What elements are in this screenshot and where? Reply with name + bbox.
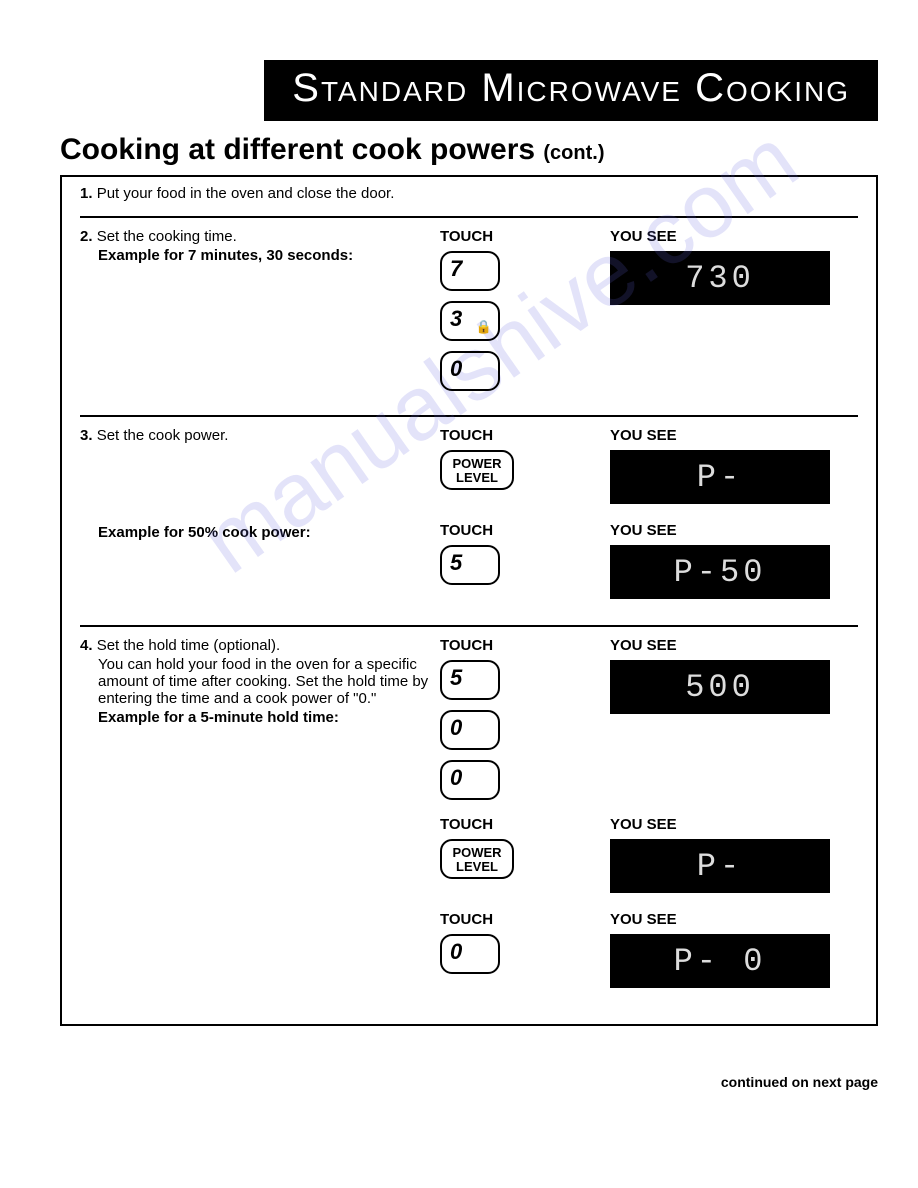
page-footer: continued on next page [0, 1066, 918, 1114]
manual-page: manualshive.com Standard Microwave Cooki… [0, 0, 918, 1066]
keypad-button-3: 3🔒 [440, 301, 500, 341]
page-title: Cooking at different cook powers (cont.) [60, 133, 878, 167]
step-4: 4. Set the hold time (optional). You can… [80, 625, 858, 1000]
lock-icon: 🔒 [476, 319, 492, 335]
touch-heading: TOUCH [440, 637, 610, 654]
keypad-button-0: 0 [440, 351, 500, 391]
touch-heading: TOUCH [440, 427, 610, 444]
keypad-button-7: 7 [440, 251, 500, 291]
touch-heading: TOUCH [440, 228, 610, 245]
step-example: Example for a 5-minute hold time: [80, 709, 430, 726]
yousee-heading: YOU SEE [610, 228, 850, 245]
lcd-display: 730 [610, 251, 830, 305]
keypad-digit: 0 [450, 765, 462, 790]
step-text: Set the cooking time. [97, 228, 237, 245]
yousee-heading: YOU SEE [610, 911, 850, 928]
step-note: You can hold your food in the oven for a… [80, 656, 430, 707]
lcd-display: P-50 [610, 545, 830, 599]
section-banner: Standard Microwave Cooking [264, 60, 878, 121]
yousee-heading: YOU SEE [610, 637, 850, 654]
keypad-digit: 5 [450, 550, 462, 575]
step-3: 3. Set the cook power. TOUCH POWER LEVEL… [80, 415, 858, 611]
step-number: 2. [80, 228, 93, 245]
touch-heading: TOUCH [440, 522, 610, 539]
keypad-button-0: 0 [440, 760, 500, 800]
yousee-heading: YOU SEE [610, 427, 850, 444]
step-1: 1. Put your food in the oven and close t… [80, 185, 858, 202]
step-text: Set the cook power. [97, 427, 229, 444]
instruction-box: 1. Put your food in the oven and close t… [60, 175, 878, 1026]
step-text: Put your food in the oven and close the … [97, 185, 395, 202]
step-number: 3. [80, 427, 93, 444]
lcd-display: P- [610, 839, 830, 893]
yousee-heading: YOU SEE [610, 816, 850, 833]
keypad-digit: 0 [450, 356, 462, 381]
lcd-display: P- 0 [610, 934, 830, 988]
step-number: 4. [80, 637, 93, 654]
keypad-button-power-level: POWER LEVEL [440, 450, 514, 490]
touch-heading: TOUCH [440, 816, 610, 833]
keypad-button-0: 0 [440, 934, 500, 974]
title-suffix: (cont.) [543, 142, 604, 164]
lcd-display: 500 [610, 660, 830, 714]
touch-heading: TOUCH [440, 911, 610, 928]
keypad-digit: 5 [450, 665, 462, 690]
lcd-display: P- [610, 450, 830, 504]
keypad-digit: 0 [450, 939, 462, 964]
step-number: 1. [80, 185, 93, 202]
step-2: 2. Set the cooking time. Example for 7 m… [80, 216, 858, 401]
keypad-digit: 0 [450, 715, 462, 740]
keypad-button-5: 5 [440, 660, 500, 700]
keypad-button-5: 5 [440, 545, 500, 585]
step-example: Example for 50% cook power: [80, 524, 430, 541]
step-text: Set the hold time (optional). [97, 637, 280, 654]
keypad-digit: 7 [450, 256, 462, 281]
yousee-heading: YOU SEE [610, 522, 850, 539]
step-example: Example for 7 minutes, 30 seconds: [80, 247, 430, 264]
keypad-button-power-level: POWER LEVEL [440, 839, 514, 879]
keypad-digit: 3 [450, 306, 462, 331]
keypad-button-0: 0 [440, 710, 500, 750]
title-main: Cooking at different cook powers [60, 133, 543, 166]
